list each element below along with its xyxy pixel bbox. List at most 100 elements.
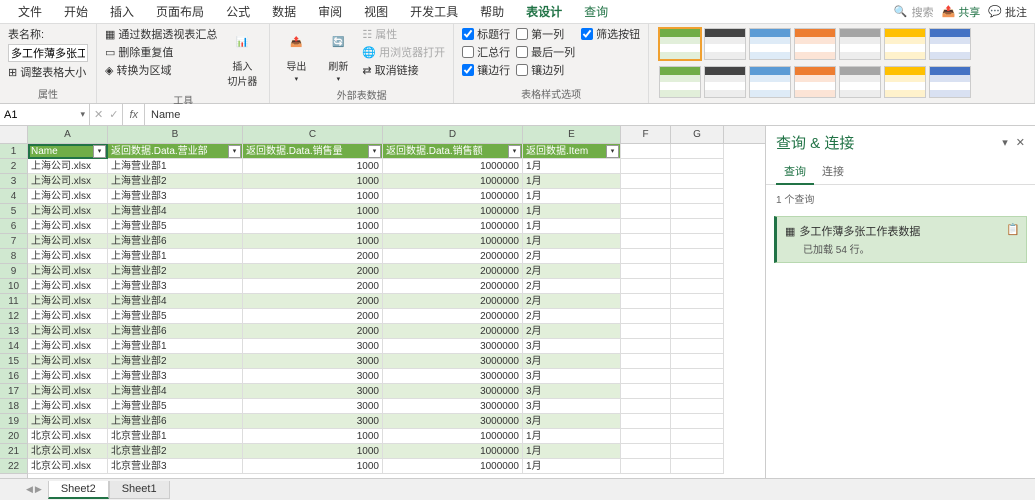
cell[interactable]: 1月 (523, 204, 621, 219)
header-row-checkbox[interactable]: 标题行 (462, 26, 510, 42)
cell[interactable]: 北京营业部2 (108, 444, 243, 459)
row-header[interactable]: 8 (0, 249, 27, 264)
row-header[interactable]: 15 (0, 354, 27, 369)
col-header-G[interactable]: G (671, 126, 724, 143)
cell[interactable] (621, 234, 671, 249)
export-button[interactable]: 📤 导出▾ (278, 26, 314, 85)
cell[interactable] (621, 414, 671, 429)
menu-公式[interactable]: 公式 (216, 0, 260, 23)
table-header-cell[interactable]: 返回数据.Data.营业部▾ (108, 144, 243, 159)
cell[interactable]: 上海公司.xlsx (28, 219, 108, 234)
menu-开发工具[interactable]: 开发工具 (400, 0, 468, 23)
cell[interactable]: 1000000 (383, 429, 523, 444)
cell[interactable] (671, 354, 724, 369)
cell[interactable]: 3000000 (383, 354, 523, 369)
cell[interactable]: 1月 (523, 234, 621, 249)
col-header-C[interactable]: C (243, 126, 383, 143)
cell[interactable]: 3000000 (383, 339, 523, 354)
menu-表设计[interactable]: 表设计 (516, 0, 572, 23)
row-header[interactable]: 21 (0, 444, 27, 459)
row-header[interactable]: 18 (0, 399, 27, 414)
row-header[interactable]: 17 (0, 384, 27, 399)
table-style-swatch[interactable] (659, 66, 701, 98)
cell[interactable]: 上海营业部2 (108, 264, 243, 279)
cell[interactable]: 1000 (243, 219, 383, 234)
cell[interactable]: 1000000 (383, 459, 523, 474)
menu-插入[interactable]: 插入 (100, 0, 144, 23)
cell[interactable]: 上海营业部2 (108, 174, 243, 189)
cell[interactable]: 1月 (523, 444, 621, 459)
cell[interactable] (671, 249, 724, 264)
panel-close-icon[interactable]: ✕ (1016, 136, 1025, 149)
cell[interactable]: 3000 (243, 339, 383, 354)
cell[interactable] (671, 279, 724, 294)
dedup-button[interactable]: ▭删除重复值 (105, 44, 217, 60)
row-header[interactable]: 2 (0, 159, 27, 174)
table-header-cell[interactable] (671, 144, 724, 159)
table-header-cell[interactable]: 返回数据.Item▾ (523, 144, 621, 159)
col-header-D[interactable]: D (383, 126, 523, 143)
cell[interactable]: 北京公司.xlsx (28, 459, 108, 474)
cell[interactable]: 1000000 (383, 174, 523, 189)
cell[interactable]: 3000 (243, 399, 383, 414)
cell[interactable]: 上海营业部5 (108, 219, 243, 234)
row-header[interactable]: 5 (0, 204, 27, 219)
cell[interactable]: 2000000 (383, 309, 523, 324)
cell[interactable]: 上海营业部5 (108, 309, 243, 324)
filter-icon[interactable]: ▾ (508, 145, 521, 158)
cell[interactable]: 1000000 (383, 204, 523, 219)
cell[interactable]: 1000 (243, 429, 383, 444)
filter-icon[interactable]: ▾ (228, 145, 241, 158)
cell[interactable] (621, 174, 671, 189)
table-header-cell[interactable] (621, 144, 671, 159)
table-style-swatch[interactable] (749, 28, 791, 60)
refresh-button[interactable]: 🔄 刷新▾ (320, 26, 356, 85)
select-all-corner[interactable] (0, 126, 28, 143)
cell[interactable]: 2000 (243, 324, 383, 339)
cell[interactable]: 上海公司.xlsx (28, 414, 108, 429)
cell[interactable]: 3000000 (383, 414, 523, 429)
row-header[interactable]: 22 (0, 459, 27, 474)
table-style-swatch[interactable] (839, 66, 881, 98)
cell[interactable] (671, 309, 724, 324)
cell[interactable]: 2000 (243, 279, 383, 294)
cell[interactable]: 1000 (243, 204, 383, 219)
row-header[interactable]: 12 (0, 309, 27, 324)
cell[interactable] (671, 324, 724, 339)
filter-icon[interactable]: ▾ (368, 145, 381, 158)
cell[interactable] (671, 369, 724, 384)
menu-审阅[interactable]: 审阅 (308, 0, 352, 23)
query-item[interactable]: ▦ 多工作薄多张工作表数据 已加载 54 行。 📋 (774, 216, 1027, 263)
cell[interactable] (621, 459, 671, 474)
row-header[interactable]: 10 (0, 279, 27, 294)
cell[interactable] (621, 219, 671, 234)
table-style-swatch[interactable] (794, 66, 836, 98)
sheet-tab-Sheet2[interactable]: Sheet2 (48, 481, 109, 499)
cell[interactable]: 2000 (243, 249, 383, 264)
cell[interactable]: 1月 (523, 459, 621, 474)
cell[interactable]: 上海公司.xlsx (28, 234, 108, 249)
cell[interactable] (671, 264, 724, 279)
cell[interactable]: 2000000 (383, 294, 523, 309)
menu-页面布局[interactable]: 页面布局 (146, 0, 214, 23)
cell[interactable] (671, 384, 724, 399)
table-style-swatch[interactable] (839, 28, 881, 60)
cell[interactable]: 2000 (243, 294, 383, 309)
cell[interactable]: 北京营业部3 (108, 459, 243, 474)
menu-视图[interactable]: 视图 (354, 0, 398, 23)
cell[interactable]: 3月 (523, 339, 621, 354)
table-style-swatch[interactable] (884, 66, 926, 98)
cell[interactable]: 北京公司.xlsx (28, 444, 108, 459)
cell[interactable]: 2月 (523, 279, 621, 294)
cell[interactable]: 上海公司.xlsx (28, 324, 108, 339)
cell[interactable] (621, 354, 671, 369)
tab-connection[interactable]: 连接 (814, 159, 852, 184)
cell[interactable] (621, 384, 671, 399)
table-style-swatch[interactable] (704, 66, 746, 98)
cell[interactable]: 上海公司.xlsx (28, 204, 108, 219)
table-header-cell[interactable]: Name▾ (28, 144, 108, 159)
name-box-input[interactable] (4, 109, 80, 121)
cell[interactable]: 北京营业部1 (108, 429, 243, 444)
col-header-F[interactable]: F (621, 126, 671, 143)
cell[interactable]: 上海公司.xlsx (28, 309, 108, 324)
